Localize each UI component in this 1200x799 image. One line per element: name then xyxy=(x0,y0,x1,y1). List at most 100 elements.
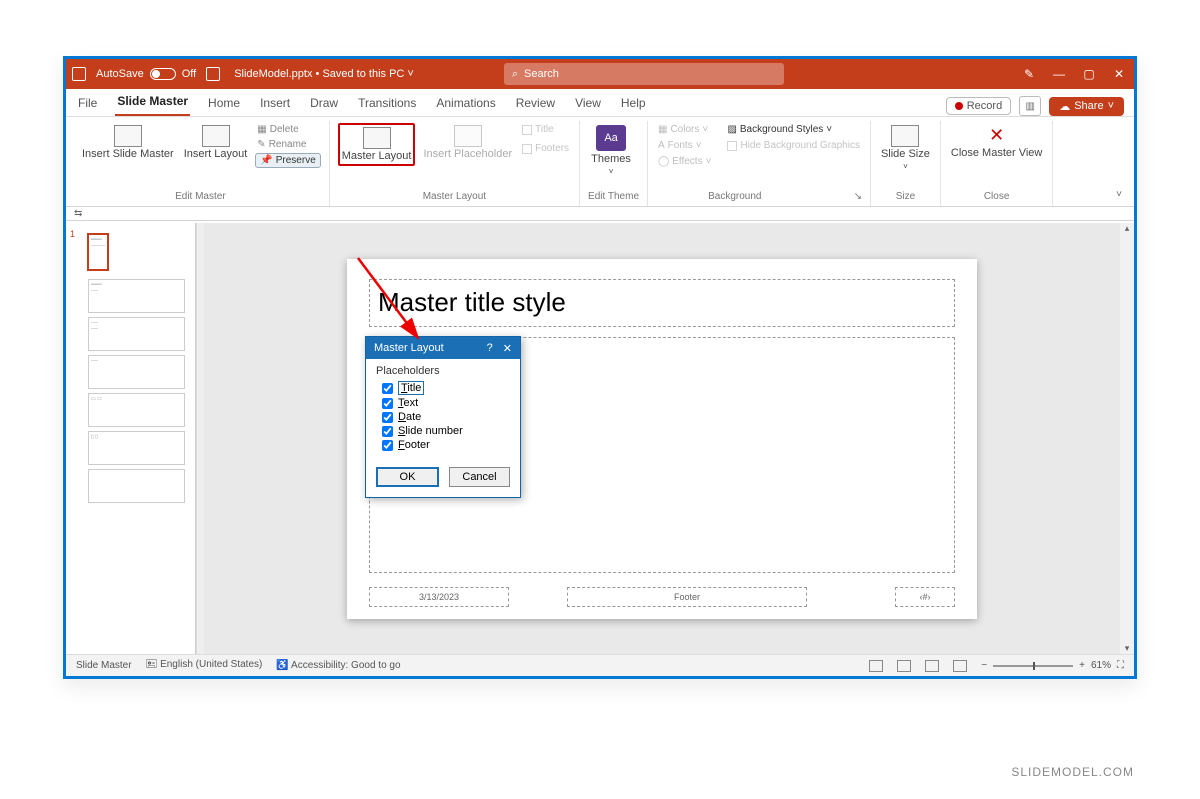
tab-insert[interactable]: Insert xyxy=(258,92,292,116)
cancel-button[interactable]: Cancel xyxy=(449,467,510,487)
file-name[interactable]: SlideModel.pptx • Saved to this PC ˅ xyxy=(234,68,414,80)
tab-review[interactable]: Review xyxy=(514,92,557,116)
accessibility-button[interactable]: ♿ Accessibility: Good to go xyxy=(276,660,400,671)
title-checkbox[interactable]: Title xyxy=(520,123,571,136)
hide-background-checkbox[interactable]: Hide Background Graphics xyxy=(725,139,862,152)
date-placeholder[interactable]: 3/13/2023 xyxy=(369,587,509,607)
close-master-view-button[interactable]: ✕Close Master View xyxy=(949,123,1045,161)
record-button[interactable]: Record xyxy=(946,97,1011,115)
zoom-in-button[interactable]: + xyxy=(1079,660,1085,671)
slide-number-placeholder[interactable]: ‹#› xyxy=(895,587,955,607)
sorter-view-icon[interactable] xyxy=(897,660,911,672)
thumbnail-layout-3[interactable]: ── xyxy=(88,355,185,389)
close-icon: ✕ xyxy=(989,125,1004,146)
save-icon[interactable] xyxy=(206,67,220,81)
zoom-out-button[interactable]: − xyxy=(981,660,987,671)
colors-button[interactable]: ▦ Colors ˅ xyxy=(656,123,713,136)
zoom-slider[interactable] xyxy=(993,665,1073,667)
tab-draw[interactable]: Draw xyxy=(308,92,340,116)
checkbox-date[interactable]: Date xyxy=(382,411,510,423)
ok-button[interactable]: OK xyxy=(376,467,439,487)
watermark: SLIDEMODEL.COM xyxy=(1011,765,1134,779)
thumbnail-master[interactable]: ═══──── xyxy=(87,233,109,271)
qat-row[interactable]: ⇆ xyxy=(66,207,1134,221)
group-background: Background↘ xyxy=(656,189,862,204)
autosave-state: Off xyxy=(182,68,196,80)
dialog-title: Master Layout xyxy=(374,342,444,354)
title-placeholder[interactable]: Master title style xyxy=(369,279,955,327)
maximize-icon[interactable]: ▢ xyxy=(1080,65,1098,83)
ribbon-tabs: File Slide Master Home Insert Draw Trans… xyxy=(66,89,1134,117)
footer-placeholder[interactable]: Footer xyxy=(567,587,807,607)
master-layout-dialog: Master Layout ? ✕ Placeholders Title Tex… xyxy=(365,336,521,498)
dialog-help-icon[interactable]: ? xyxy=(487,342,493,355)
slide-size-button[interactable]: Slide Size˅ xyxy=(879,123,932,173)
thumbnail-layout-1[interactable]: ═══── xyxy=(88,279,185,313)
themes-icon: Aa xyxy=(596,125,626,151)
ribbon: Insert Slide Master Insert Layout ▦ Dele… xyxy=(66,117,1134,207)
checkbox-text[interactable]: Text xyxy=(382,397,510,409)
ribbon-collapse-icon[interactable]: ˅ xyxy=(1110,183,1128,206)
insert-placeholder-button[interactable]: Insert Placeholder xyxy=(421,123,514,162)
search-placeholder: Search xyxy=(524,68,559,80)
group-size: Size xyxy=(879,189,932,204)
tab-home[interactable]: Home xyxy=(206,92,242,116)
dialog-section-label: Placeholders xyxy=(376,365,510,377)
thumbnail-layout-2[interactable]: ──── xyxy=(88,317,185,351)
slide-canvas[interactable]: Master title style ster text styles Four… xyxy=(204,223,1120,654)
fit-window-icon[interactable]: ⛶ xyxy=(1117,660,1124,671)
slide-number-label: 1 xyxy=(70,229,75,239)
normal-view-icon[interactable] xyxy=(869,660,883,672)
tab-view[interactable]: View xyxy=(573,92,603,116)
tab-slide-master[interactable]: Slide Master xyxy=(115,90,190,116)
group-master-layout: Master Layout xyxy=(338,189,571,204)
checkbox-footer[interactable]: Footer xyxy=(382,439,510,451)
vertical-scrollbar[interactable]: ▴▾ xyxy=(1120,223,1134,654)
present-button[interactable]: ▥ xyxy=(1019,96,1041,116)
insert-slide-master-button[interactable]: Insert Slide Master xyxy=(80,123,176,162)
checkbox-title[interactable]: Title xyxy=(382,381,510,395)
language-button[interactable]: 🖭 English (United States) xyxy=(146,657,263,674)
group-close: Close xyxy=(949,189,1045,204)
background-styles-button[interactable]: ▨ Background Styles ˅ xyxy=(725,123,862,136)
search-icon: ⌕ xyxy=(512,68,518,81)
effects-button[interactable]: ◯ Effects ˅ xyxy=(656,155,713,168)
thumbnail-layout-5[interactable]: ▯ ▯ xyxy=(88,431,185,465)
tab-animations[interactable]: Animations xyxy=(434,92,497,116)
tab-transitions[interactable]: Transitions xyxy=(356,92,418,116)
app-icon xyxy=(72,67,86,81)
group-edit-theme: Edit Theme xyxy=(588,189,639,204)
checkbox-slide-number[interactable]: Slide number xyxy=(382,425,510,437)
slide-thumbnails-panel: 1 ═══──── ═══── ──── ── ▭ ▭ ▯ ▯ xyxy=(66,223,196,654)
reading-view-icon[interactable] xyxy=(925,660,939,672)
preserve-button[interactable]: 📌 Preserve xyxy=(255,153,320,168)
workspace: 1 ═══──── ═══── ──── ── ▭ ▭ ▯ ▯ Master t… xyxy=(66,223,1134,654)
record-dot-icon xyxy=(955,102,963,110)
dialog-titlebar[interactable]: Master Layout ? ✕ xyxy=(366,337,520,359)
footers-checkbox[interactable]: Footers xyxy=(520,142,571,155)
master-layout-button[interactable]: Master Layout xyxy=(338,123,416,166)
thumbnails-scrollbar[interactable] xyxy=(196,223,204,654)
search-box[interactable]: ⌕ Search xyxy=(504,63,784,85)
slideshow-view-icon[interactable] xyxy=(953,660,967,672)
share-button[interactable]: ☁ Share ˅ xyxy=(1049,97,1124,116)
tab-help[interactable]: Help xyxy=(619,92,648,116)
title-bar: AutoSave Off SlideModel.pptx • Saved to … xyxy=(66,59,1134,89)
tab-file[interactable]: File xyxy=(76,92,99,116)
close-window-icon[interactable]: ✕ xyxy=(1110,65,1128,83)
toggle-switch[interactable] xyxy=(150,68,176,80)
status-bar: Slide Master 🖭 English (United States) ♿… xyxy=(66,654,1134,676)
thumbnail-layout-4[interactable]: ▭ ▭ xyxy=(88,393,185,427)
minimize-icon[interactable]: — xyxy=(1050,65,1068,83)
fonts-button[interactable]: A Fonts ˅ xyxy=(656,139,713,152)
rename-button[interactable]: ✎ Rename xyxy=(255,138,320,151)
delete-button[interactable]: ▦ Delete xyxy=(255,123,320,136)
ribbon-options-icon[interactable]: ✎ xyxy=(1020,65,1038,83)
dialog-close-icon[interactable]: ✕ xyxy=(503,342,512,355)
themes-button[interactable]: AaThemes˅ xyxy=(588,123,634,178)
group-edit-master: Edit Master xyxy=(80,189,321,204)
insert-layout-button[interactable]: Insert Layout xyxy=(182,123,250,162)
zoom-label[interactable]: 61% xyxy=(1091,660,1111,671)
autosave-toggle[interactable]: AutoSave Off xyxy=(96,68,196,80)
thumbnail-layout-6[interactable] xyxy=(88,469,185,503)
